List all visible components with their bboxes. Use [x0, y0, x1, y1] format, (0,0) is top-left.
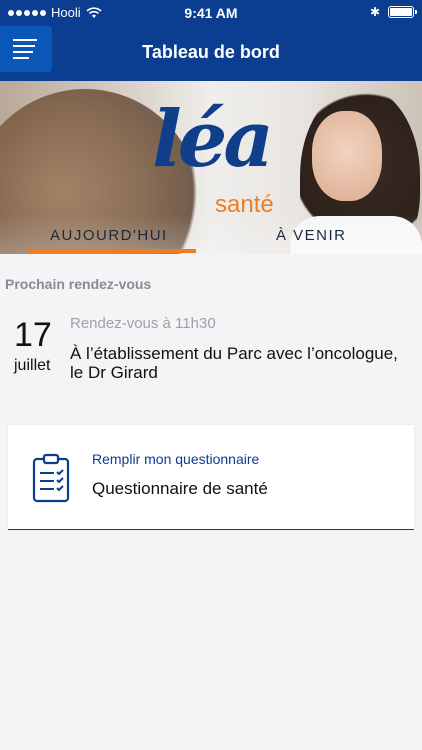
page-title: Tableau de bord	[142, 42, 280, 62]
top-bar: Hooli 9:41 AM ✱ Tableau de bord	[0, 0, 422, 81]
appointment-month: juillet	[14, 357, 51, 374]
appointment-description: À l’établissement du Parc avec l’oncolog…	[70, 344, 398, 382]
tab-today[interactable]: AUJOURD'HUI	[50, 227, 168, 244]
active-tab-indicator	[28, 249, 196, 253]
hero-banner: léa santé AUJOURD'HUI À VENIR	[0, 81, 422, 254]
appointment-time: Rendez-vous à 11h30	[70, 315, 216, 332]
questionnaire-title: Questionnaire de santé	[92, 479, 268, 498]
section-title: Prochain rendez-vous	[5, 276, 152, 292]
logo-main-text: léa	[152, 94, 274, 185]
status-bar: Hooli 9:41 AM ✱	[0, 0, 422, 26]
battery-icon	[388, 6, 417, 18]
clock: 9:41 AM	[184, 5, 238, 21]
appointment-day: 17	[14, 316, 52, 354]
logo-sub-text: santé	[215, 191, 274, 218]
clipboard-checklist-icon	[32, 453, 70, 503]
tab-upcoming[interactable]: À VENIR	[276, 227, 347, 244]
questionnaire-card[interactable]: Remplir mon questionnaire Questionnaire …	[8, 425, 414, 530]
bluetooth-icon: ✱	[369, 5, 380, 19]
fill-questionnaire-link[interactable]: Remplir mon questionnaire	[92, 451, 259, 467]
brand-logo: léa santé	[0, 101, 422, 219]
